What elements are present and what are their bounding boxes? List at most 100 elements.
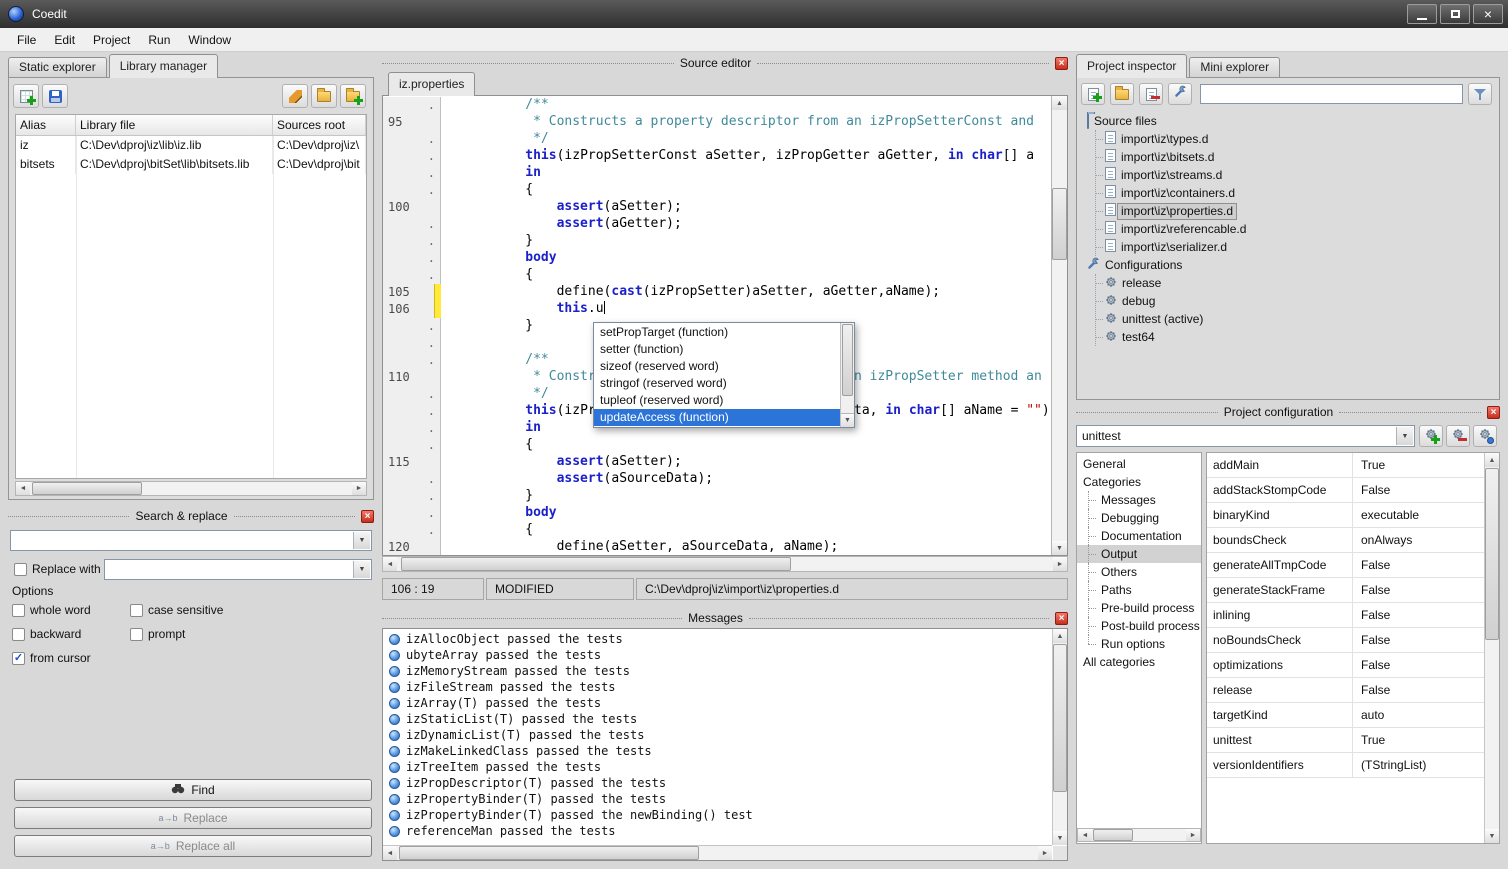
category-output[interactable]: Output	[1077, 545, 1201, 563]
scroll-track[interactable]	[397, 846, 1038, 860]
chevron-down-icon[interactable]: ▼	[353, 532, 370, 549]
code-line[interactable]: . {	[383, 182, 1051, 199]
gutter-cell[interactable]: .	[383, 131, 441, 148]
message-row[interactable]: izMemoryStream passed the tests	[385, 663, 1051, 679]
tree-item[interactable]: test64	[1096, 328, 1493, 346]
column-header-sources-root[interactable]: Sources root	[273, 115, 366, 135]
tab-iz-properties[interactable]: iz.properties	[388, 72, 475, 96]
message-row[interactable]: izFileStream passed the tests	[385, 679, 1051, 695]
property-value[interactable]: False	[1353, 678, 1484, 702]
menu-edit[interactable]: Edit	[45, 29, 84, 51]
scroll-up-button[interactable]: ▲	[1485, 453, 1499, 467]
close-panel-button[interactable]: ×	[361, 510, 374, 523]
find-button[interactable]: Find	[14, 779, 372, 801]
scroll-right-button[interactable]: ►	[1038, 846, 1052, 860]
lib-edit-button[interactable]	[282, 84, 308, 108]
filter-button[interactable]	[1468, 83, 1492, 105]
message-row[interactable]: izAllocObject passed the tests	[385, 631, 1051, 647]
code-line[interactable]: . {	[383, 522, 1051, 539]
tab-static-explorer[interactable]: Static explorer	[8, 57, 107, 78]
code-line[interactable]: . /**	[383, 97, 1051, 114]
search-term-combobox[interactable]: ▼	[10, 530, 372, 551]
gutter-cell[interactable]: .	[383, 182, 441, 199]
property-value[interactable]: auto	[1353, 703, 1484, 727]
gutter-cell[interactable]: .	[383, 148, 441, 165]
category-others[interactable]: Others	[1077, 563, 1201, 581]
scroll-down-button[interactable]: ▼	[1053, 831, 1067, 845]
scroll-thumb[interactable]	[32, 482, 142, 495]
gutter-cell[interactable]: .	[383, 386, 441, 403]
completion-item[interactable]: setter (function)	[594, 341, 840, 358]
property-value[interactable]: False	[1353, 603, 1484, 627]
tree-item[interactable]: release	[1096, 274, 1493, 292]
chevron-down-icon[interactable]: ▼	[1396, 427, 1413, 445]
code-line[interactable]: . {	[383, 267, 1051, 284]
replace-term-combobox[interactable]: ▼	[104, 559, 372, 580]
tree-item[interactable]: import\iz\serializer.d	[1096, 238, 1493, 256]
lib-add-button[interactable]	[13, 84, 39, 108]
tree-item[interactable]: debug	[1096, 292, 1493, 310]
tree-item[interactable]: import\iz\bitsets.d	[1096, 148, 1493, 166]
property-value[interactable]: executable	[1353, 503, 1484, 527]
minimize-button[interactable]	[1407, 4, 1437, 24]
code-line[interactable]: 100 assert(aSetter);	[383, 199, 1051, 216]
gutter-cell[interactable]: .	[383, 267, 441, 284]
category-categories[interactable]: Categories	[1077, 473, 1201, 491]
property-value[interactable]: True	[1353, 453, 1484, 477]
gutter-cell[interactable]: .	[383, 522, 441, 539]
code-line[interactable]: . body	[383, 250, 1051, 267]
tree-item[interactable]: import\iz\streams.d	[1096, 166, 1493, 184]
gutter-cell[interactable]: .	[383, 216, 441, 233]
column-header-library-file[interactable]: Library file	[76, 115, 273, 135]
scroll-left-button[interactable]: ◄	[383, 557, 397, 571]
code-line[interactable]: 120 define(aSetter, aSourceData, aName);	[383, 539, 1051, 555]
scroll-down-button[interactable]: ▼	[1485, 829, 1499, 843]
table-row[interactable]: bitsetsC:\Dev\dproj\bitSet\lib\bitsets.l…	[16, 155, 366, 174]
checkbox-from-cursor[interactable]: ✓from cursor	[12, 651, 130, 665]
checkbox-backward[interactable]: backward	[12, 627, 130, 641]
property-value[interactable]: False	[1353, 478, 1484, 502]
tree-node-source-files[interactable]: Source files	[1087, 112, 1493, 130]
menu-file[interactable]: File	[8, 29, 45, 51]
gutter-cell[interactable]: .	[383, 471, 441, 488]
scroll-track[interactable]	[1053, 643, 1067, 831]
code-line[interactable]: . }	[383, 488, 1051, 505]
remove-source-button[interactable]	[1139, 83, 1163, 105]
scroll-right-button[interactable]: ►	[1053, 557, 1067, 571]
category-post-build-process[interactable]: Post-build process	[1077, 617, 1201, 635]
gutter-cell[interactable]: .	[383, 488, 441, 505]
tree-item[interactable]: import\iz\referencable.d	[1096, 220, 1493, 238]
gutter-cell[interactable]: 120	[383, 539, 441, 555]
tab-library-manager[interactable]: Library manager	[109, 54, 218, 78]
close-panel-button[interactable]: ×	[1055, 57, 1068, 70]
category-pre-build-process[interactable]: Pre-build process	[1077, 599, 1201, 617]
property-value[interactable]: False	[1353, 628, 1484, 652]
menu-project[interactable]: Project	[84, 29, 139, 51]
scroll-track[interactable]	[1052, 110, 1067, 541]
checkbox-whole-word[interactable]: whole word	[12, 603, 130, 617]
message-row[interactable]: izTreeItem passed the tests	[385, 759, 1051, 775]
remove-configuration-button[interactable]	[1446, 425, 1470, 447]
column-header-alias[interactable]: Alias	[16, 115, 76, 135]
category-run-options[interactable]: Run options	[1077, 635, 1201, 653]
code-line[interactable]: . assert(aSourceData);	[383, 471, 1051, 488]
close-button[interactable]: ×	[1473, 4, 1503, 24]
code-line[interactable]: . this(izPropSetterConst aSetter, izProp…	[383, 148, 1051, 165]
library-horizontal-scrollbar[interactable]: ◄ ►	[15, 481, 367, 496]
message-row[interactable]: izStaticList(T) passed the tests	[385, 711, 1051, 727]
checkbox-case-sensitive[interactable]: case sensitive	[130, 603, 300, 617]
message-row[interactable]: referenceMan passed the tests	[385, 823, 1051, 839]
category-messages[interactable]: Messages	[1077, 491, 1201, 509]
checkbox-prompt[interactable]: prompt	[130, 627, 300, 641]
code-line[interactable]: 115 assert(aSetter);	[383, 454, 1051, 471]
category-all-categories[interactable]: All categories	[1077, 653, 1201, 671]
table-row[interactable]: izC:\Dev\dproj\iz\lib\iz.libC:\Dev\dproj…	[16, 136, 366, 155]
lib-add-folder-button[interactable]	[340, 84, 366, 108]
scroll-right-button[interactable]: ►	[1186, 829, 1200, 841]
message-row[interactable]: izPropertyBinder(T) passed the tests	[385, 791, 1051, 807]
messages-vertical-scrollbar[interactable]: ▲ ▼	[1052, 629, 1067, 845]
scroll-track[interactable]	[1092, 829, 1186, 841]
gutter-cell[interactable]: 95	[383, 114, 441, 131]
completion-scrollbar[interactable]: ▼	[840, 323, 854, 427]
scroll-thumb[interactable]	[1093, 829, 1133, 841]
